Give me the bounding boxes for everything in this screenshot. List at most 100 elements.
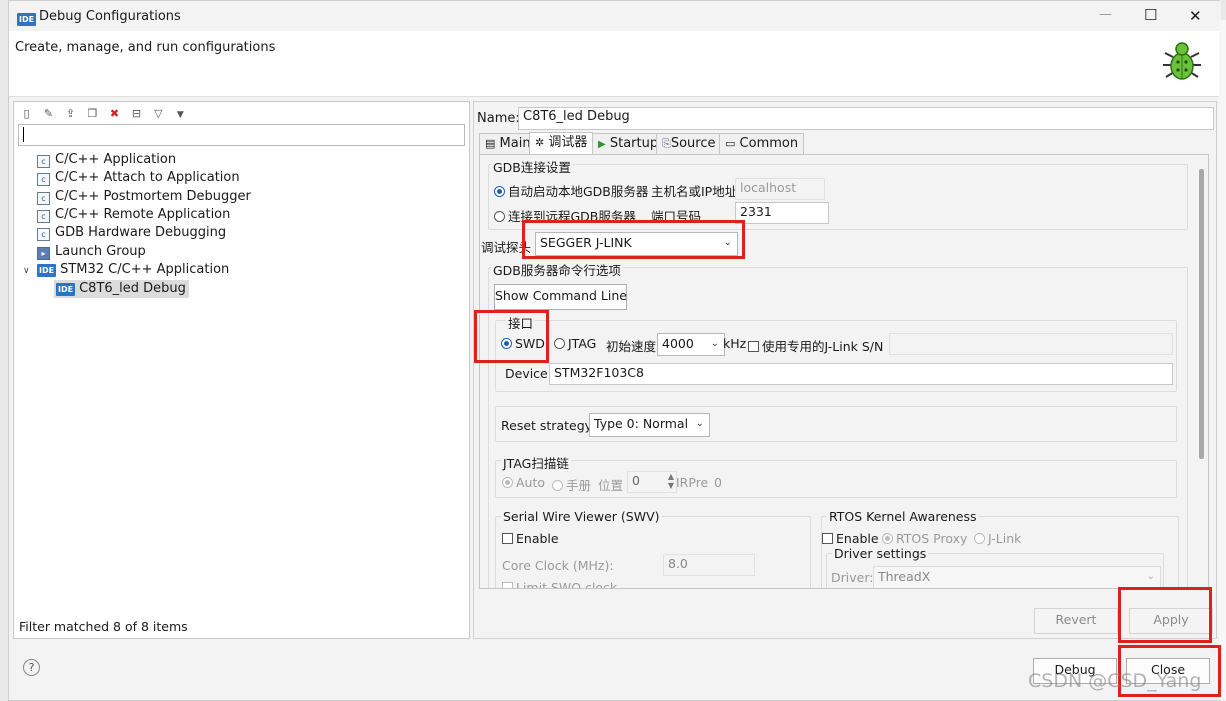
config-tree: c C/C++ Application c C/C++ Attach to Appl… bbox=[14, 151, 469, 351]
tree-item-c-application[interactable]: c C/C++ Application bbox=[37, 151, 176, 169]
tab-source[interactable]: ⎘Source bbox=[656, 133, 722, 154]
chevron-down-icon[interactable]: ∨ bbox=[23, 262, 37, 280]
c-config-icon: c bbox=[37, 155, 50, 168]
help-icon[interactable]: ? bbox=[23, 659, 40, 676]
ide-icon: IDE bbox=[37, 264, 57, 277]
main-tab-icon: ▤ bbox=[485, 137, 496, 150]
sn-checkbox[interactable]: 使用专用的J-Link S/N bbox=[748, 336, 883, 355]
scrollbar-thumb[interactable] bbox=[1199, 169, 1204, 459]
radio-icon bbox=[494, 211, 505, 222]
tab-common[interactable]: ▭ Common bbox=[719, 133, 805, 154]
duplicate-icon[interactable]: ❐ bbox=[86, 107, 99, 120]
manual-option[interactable]: 手册 bbox=[552, 475, 591, 494]
tree-item-stm32-application[interactable]: ∨ IDE STM32 C/C++ Application bbox=[23, 261, 229, 279]
c-config-icon: c bbox=[37, 173, 50, 186]
limit-swo-checkbox[interactable]: Limit SWO clock bbox=[502, 580, 617, 588]
tree-item-launch-group[interactable]: ▸ Launch Group bbox=[37, 243, 146, 261]
highlight-apply bbox=[1118, 587, 1212, 643]
rtos-group-title: RTOS Kernel Awareness bbox=[827, 509, 979, 524]
header-subtitle: Create, manage, and run configurations bbox=[15, 40, 276, 55]
driver-settings-group: Driver settings Driver: ThreadX ⌄ bbox=[826, 546, 1164, 588]
radio-selected-icon bbox=[882, 533, 893, 544]
tab-startup[interactable]: ▶ Startup bbox=[592, 133, 665, 154]
tree-item-c-remote[interactable]: c C/C++ Remote Application bbox=[37, 206, 230, 224]
collapse-all-icon[interactable]: ⊟ bbox=[130, 107, 143, 120]
filter-input[interactable] bbox=[18, 124, 465, 146]
filter-icon[interactable]: ▽ bbox=[152, 107, 165, 120]
reset-select[interactable]: Type 0: Normal ⌄ bbox=[589, 413, 710, 437]
background-window-edge bbox=[1219, 20, 1226, 700]
driver-settings-title: Driver settings bbox=[832, 546, 929, 561]
gdb-auto-option[interactable]: 自动启动本地GDB服务器 bbox=[494, 181, 648, 200]
jtag-scan-group: JTAG扫描链 Auto 手册 位置 0 ▲ ▼ IRPre 0 bbox=[495, 453, 1177, 498]
c-config-icon: c bbox=[37, 228, 50, 241]
position-label: 位置 bbox=[598, 478, 624, 493]
text-cursor bbox=[23, 127, 24, 142]
swv-enable-checkbox[interactable]: Enable bbox=[502, 531, 559, 546]
configuration-list-panel: ▯ ✎ ⇪ ❐ ✖ ⊟ ▽ ▼ c C/C++ Application c C/C+… bbox=[13, 101, 470, 639]
jtag-group-title: JTAG扫描链 bbox=[501, 453, 571, 472]
core-clock-field[interactable]: 8.0 bbox=[663, 554, 755, 576]
minimize-button[interactable]: — bbox=[1099, 7, 1112, 22]
rtos-enable-checkbox[interactable]: Enable bbox=[822, 531, 879, 546]
tree-item-gdb-hardware[interactable]: c GDB Hardware Debugging bbox=[37, 224, 226, 242]
host-field[interactable]: localhost bbox=[735, 178, 825, 200]
new-prototype-icon[interactable]: ✎ bbox=[42, 107, 55, 120]
tree-item-c8t6-led-debug[interactable]: IDE C8T6_led Debug bbox=[54, 280, 189, 298]
rtos-proxy-option[interactable]: RTOS Proxy bbox=[882, 531, 967, 546]
jtag-option[interactable]: JTAG bbox=[554, 336, 596, 351]
device-label: Device bbox=[505, 366, 548, 381]
irpre-label: IRPre bbox=[676, 475, 709, 490]
reset-label: Reset strategy bbox=[501, 418, 593, 433]
radio-icon bbox=[554, 338, 565, 349]
speed-select[interactable]: 4000 ⌄ bbox=[657, 333, 725, 356]
reset-group: Reset strategy Type 0: Normal ⌄ bbox=[495, 406, 1177, 442]
startup-tab-icon: ▶ bbox=[598, 139, 606, 150]
tab-debugger[interactable]: ✲ 调试器 bbox=[529, 132, 594, 155]
tree-item-c-attach[interactable]: c C/C++ Attach to Application bbox=[37, 169, 240, 187]
ide-icon: IDE bbox=[56, 283, 76, 296]
revert-button[interactable]: Revert bbox=[1034, 608, 1118, 634]
c-config-icon: c bbox=[37, 210, 50, 223]
view-menu-icon[interactable]: ▼ bbox=[174, 109, 187, 122]
rtos-jlink-option[interactable]: J-Link bbox=[974, 531, 1021, 546]
checkbox-icon bbox=[748, 341, 759, 352]
radio-selected-icon bbox=[502, 477, 513, 488]
radio-icon bbox=[974, 533, 985, 544]
app-icon: IDE bbox=[17, 13, 37, 26]
highlight-probe bbox=[522, 220, 745, 259]
radio-selected-icon bbox=[494, 186, 505, 197]
gdb-server-options-group: GDB服务器命令行选项 Show Command Line 接口 SWD JTA… bbox=[488, 260, 1188, 588]
position-stepper[interactable]: 0 ▲ ▼ bbox=[627, 471, 677, 493]
common-tab-icon: ▭ bbox=[725, 137, 736, 150]
name-field[interactable]: C8T6_led Debug bbox=[518, 107, 1214, 130]
host-label: 主机名或IP地址 bbox=[651, 184, 738, 199]
configuration-editor: Name: C8T6_led Debug ▤ Main ✲ 调试器 ▶ Star… bbox=[473, 101, 1217, 639]
sn-field[interactable] bbox=[889, 333, 1173, 355]
maximize-button[interactable]: ☐ bbox=[1144, 6, 1157, 24]
device-field[interactable]: STM32F103C8 bbox=[549, 363, 1173, 385]
export-icon[interactable]: ⇪ bbox=[64, 107, 77, 120]
tab-main[interactable]: ▤ Main bbox=[479, 133, 537, 154]
core-clock-label: Core Clock (MHz): bbox=[502, 558, 614, 573]
show-command-line-button[interactable]: Show Command Line bbox=[494, 284, 627, 310]
close-window-button[interactable]: ✕ bbox=[1189, 7, 1202, 25]
driver-select[interactable]: ThreadX ⌄ bbox=[873, 566, 1161, 588]
stepper-arrows-icon[interactable]: ▲ ▼ bbox=[668, 472, 674, 490]
tree-item-c-postmortem[interactable]: c C/C++ Postmortem Debugger bbox=[37, 188, 251, 206]
port-field[interactable]: 2331 bbox=[735, 202, 829, 224]
checkbox-icon bbox=[822, 533, 833, 544]
swv-group-title: Serial Wire Viewer (SWV) bbox=[501, 509, 662, 524]
dialog-window: IDE Debug Configurations — ☐ ✕ Create, m… bbox=[8, 0, 1221, 701]
gdb-group-title: GDB连接设置 bbox=[491, 157, 573, 176]
chevron-down-icon: ⌄ bbox=[695, 418, 704, 429]
speed-label: 初始速度 bbox=[606, 339, 657, 354]
list-toolbar: ▯ ✎ ⇪ ❐ ✖ ⊟ ▽ ▼ bbox=[20, 105, 192, 121]
interface-group: 接口 SWD JTAG 初始速度 4000 ⌄ kHz 使用专用的J-Link S… bbox=[495, 313, 1177, 392]
server-group-title: GDB服务器命令行选项 bbox=[491, 260, 623, 279]
auto-option[interactable]: Auto bbox=[502, 475, 545, 490]
delete-icon[interactable]: ✖ bbox=[108, 107, 121, 120]
window-title: Debug Configurations bbox=[39, 9, 181, 24]
title-bar: IDE Debug Configurations — ☐ ✕ bbox=[9, 1, 1221, 31]
new-config-icon[interactable]: ▯ bbox=[20, 107, 33, 120]
